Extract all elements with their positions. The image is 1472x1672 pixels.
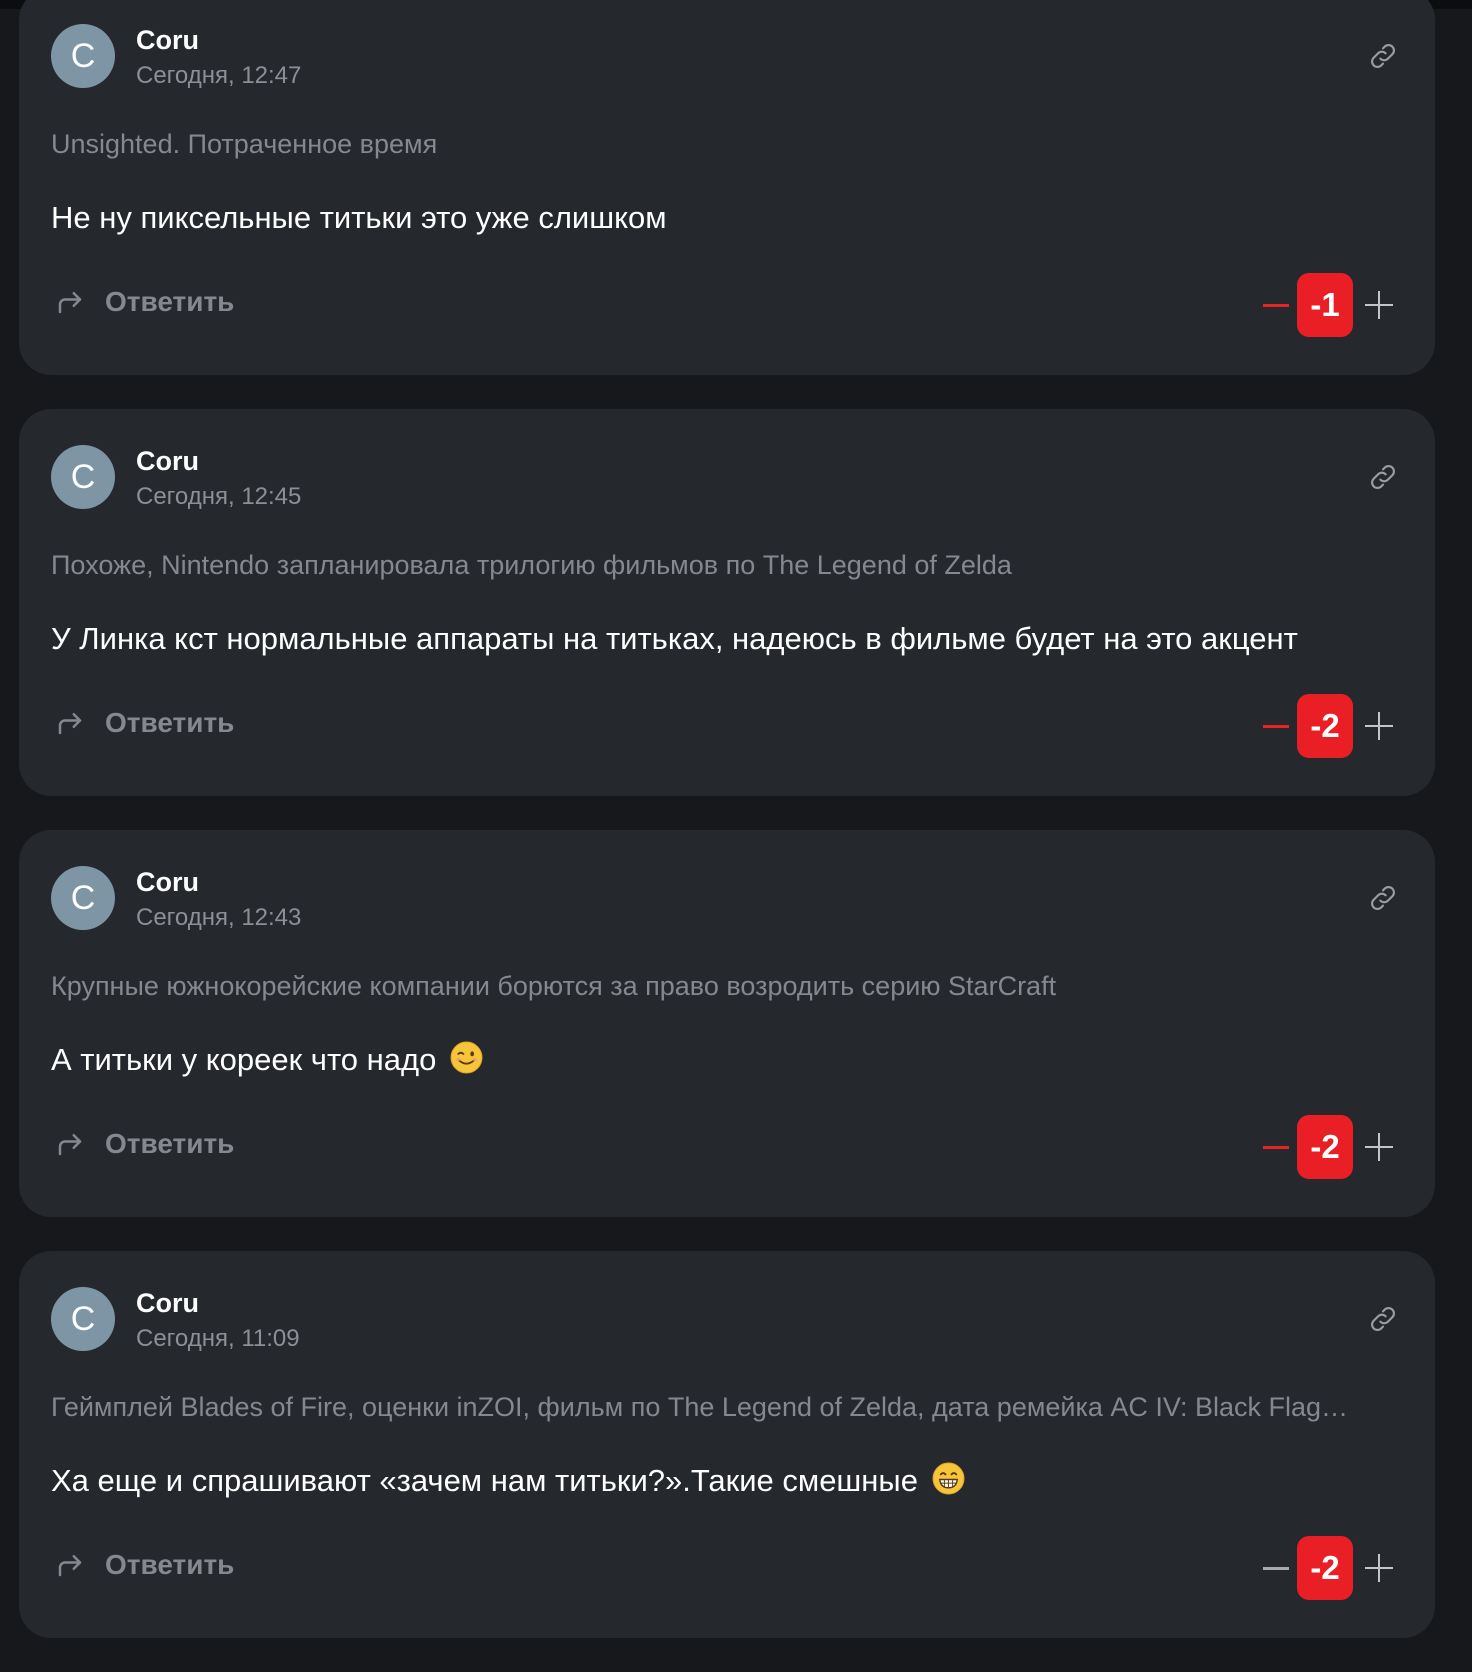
- reply-button[interactable]: Ответить: [55, 703, 234, 743]
- reply-label: Ответить: [105, 286, 235, 317]
- reply-arrow-icon: [58, 292, 82, 314]
- grinning-face-icon: [932, 1462, 965, 1495]
- reply-button[interactable]: Ответить: [55, 1124, 234, 1164]
- link-icon[interactable]: [1367, 882, 1399, 914]
- upvote-button[interactable]: [1361, 1548, 1397, 1588]
- vote-control: -1: [1257, 273, 1397, 337]
- reply-button[interactable]: Ответить: [55, 282, 234, 322]
- article-link[interactable]: Геймплей Blades of Fire, оценки inZOI, ф…: [51, 1390, 1348, 1424]
- comment-time: Сегодня, 12:43: [136, 904, 302, 931]
- comment-text-row: Ха еще и спрашивают «зачем нам титьки?».…: [51, 1461, 965, 1501]
- avatar[interactable]: C: [51, 24, 115, 88]
- vote-control: -2: [1257, 1536, 1397, 1600]
- author-name[interactable]: Coru: [136, 445, 199, 477]
- comment-text-row: А титьки у кореек что надо: [51, 1040, 483, 1080]
- avatar[interactable]: C: [51, 866, 115, 930]
- link-icon[interactable]: [1367, 461, 1399, 493]
- comment-card: C Coru Сегодня, 12:47 Unsighted. Потраче…: [19, 0, 1435, 375]
- comment-time: Сегодня, 12:45: [136, 483, 302, 510]
- comment-card: C Coru Сегодня, 12:45 Похоже, Nintendo з…: [19, 409, 1435, 796]
- link-icon[interactable]: [1367, 1303, 1399, 1335]
- comment-card: C Coru Сегодня, 11:09 Геймплей Blades of…: [19, 1251, 1435, 1638]
- reply-button[interactable]: Ответить: [55, 1545, 234, 1585]
- downvote-button[interactable]: [1257, 1127, 1293, 1167]
- downvote-button[interactable]: [1257, 1548, 1293, 1588]
- reply-label: Ответить: [105, 1128, 235, 1159]
- vote-control: -2: [1257, 694, 1397, 758]
- upvote-button[interactable]: [1361, 706, 1397, 746]
- comment-time: Сегодня, 11:09: [136, 1325, 300, 1352]
- comment-text: А титьки у кореек что надо: [51, 1042, 437, 1077]
- downvote-button[interactable]: [1257, 285, 1293, 325]
- downvote-button[interactable]: [1257, 706, 1293, 746]
- author-name[interactable]: Coru: [136, 1287, 199, 1319]
- comment-time: Сегодня, 12:47: [136, 62, 302, 89]
- wink-face-icon: [450, 1041, 483, 1074]
- upvote-button[interactable]: [1361, 1127, 1397, 1167]
- link-icon[interactable]: [1367, 40, 1399, 72]
- article-link[interactable]: Крупные южнокорейские компании борются з…: [51, 969, 1056, 1003]
- comment-feed: C Coru Сегодня, 12:47 Unsighted. Потраче…: [19, 0, 1435, 1672]
- comment-text: Не ну пиксельные титьки это уже слишком: [51, 200, 667, 235]
- comment-text: У Линка кст нормальные аппараты на титьк…: [51, 621, 1298, 656]
- avatar[interactable]: C: [51, 1287, 115, 1351]
- upvote-button[interactable]: [1361, 285, 1397, 325]
- comment-text: Ха еще и спрашивают «зачем нам титьки?».…: [51, 1463, 918, 1498]
- author-name[interactable]: Coru: [136, 24, 199, 56]
- reply-arrow-icon: [58, 1134, 82, 1156]
- score-badge: -2: [1297, 694, 1353, 758]
- reply-arrow-icon: [58, 713, 82, 735]
- score-badge: -2: [1297, 1115, 1353, 1179]
- reply-label: Ответить: [105, 1549, 235, 1580]
- score-badge: -2: [1297, 1536, 1353, 1600]
- reply-arrow-icon: [58, 1555, 82, 1577]
- article-link[interactable]: Unsighted. Потраченное время: [51, 127, 437, 161]
- avatar[interactable]: C: [51, 445, 115, 509]
- comment-card: C Coru Сегодня, 12:43 Крупные южнокорейс…: [19, 830, 1435, 1217]
- author-name[interactable]: Coru: [136, 866, 199, 898]
- score-badge: -1: [1297, 273, 1353, 337]
- article-link[interactable]: Похоже, Nintendo запланировала трилогию …: [51, 548, 1012, 582]
- vote-control: -2: [1257, 1115, 1397, 1179]
- reply-label: Ответить: [105, 707, 235, 738]
